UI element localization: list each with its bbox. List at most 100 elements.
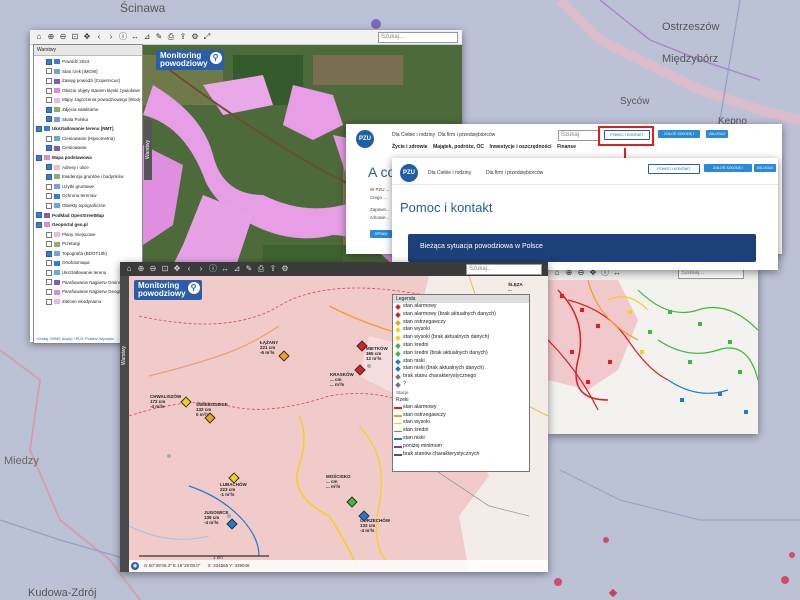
layer-checkbox[interactable]	[46, 241, 52, 248]
draw-icon[interactable]: ✎	[154, 32, 164, 42]
pzu-logo-back[interactable]: PZU	[356, 130, 374, 148]
layer-row[interactable]: Topografia (BDOT10k)	[36, 249, 140, 259]
pzu-front-tab-1[interactable]: Dla Ciebie i rodziny	[428, 170, 471, 176]
pzu-menu-3[interactable]: Inwestycje i oszczędności	[490, 144, 552, 150]
fullscreen-icon[interactable]: ⤢	[202, 32, 212, 42]
forward-icon[interactable]: ›	[106, 32, 116, 42]
layer-checkbox[interactable]	[46, 87, 52, 94]
layer-checkbox[interactable]	[46, 183, 52, 190]
pzu-menu-4[interactable]: Finanse	[557, 144, 576, 150]
bottom-search-input[interactable]: Szukaj...	[466, 264, 542, 275]
bottom-side-tab[interactable]: Warstwy	[120, 276, 129, 572]
pzu-back-search[interactable]: Szukaj	[558, 130, 600, 141]
pzu-front-tab-2[interactable]: Dla firm i przedsiębiorców	[486, 170, 543, 176]
layer-row[interactable]: Ewidencja gruntów i budynków	[36, 172, 140, 182]
layer-row[interactable]: Zdjęcia satelitarne	[36, 105, 140, 115]
layer-row[interactable]: Stan rzek [IMGW]	[36, 67, 140, 77]
layer-checkbox[interactable]	[46, 250, 52, 257]
forward-icon[interactable]: ›	[196, 264, 206, 274]
layer-row[interactable]: Zasięg powodzi [Copernicus]	[36, 76, 140, 86]
town-lubachow[interactable]: LUBACHÓW 223 cm -1 m³/s	[220, 482, 247, 497]
top-search-input[interactable]: Szukaj...	[378, 32, 458, 43]
layer-row[interactable]: Ukształtowanie terenu [NMT]	[36, 124, 140, 134]
layer-checkbox[interactable]	[46, 78, 52, 84]
layer-row[interactable]: Ochrona terenów	[36, 191, 140, 201]
layer-row[interactable]: Cieniowanie (Hipsometria)	[36, 134, 140, 144]
pzu-back-login-button[interactable]: ZALOGUJ	[706, 130, 728, 138]
measure-icon[interactable]: ↔	[220, 264, 230, 274]
layer-checkbox[interactable]	[46, 145, 52, 152]
zoom-out-icon[interactable]: ⊖	[148, 264, 158, 274]
ruler-icon[interactable]: ⊿	[142, 32, 152, 42]
pzu-front-banner[interactable]: Bieżąca sytuacja powodziowa w Polsce	[408, 234, 756, 262]
info-icon[interactable]: ⓘ	[118, 32, 128, 42]
pzu-back-tab-2[interactable]: Dla firm i przedsiębiorców	[438, 132, 495, 138]
print-icon[interactable]: ⎙	[256, 264, 266, 274]
zoom-in-icon[interactable]: ⊕	[46, 32, 56, 42]
draw-icon[interactable]: ✎	[244, 264, 254, 274]
print-icon[interactable]: ⎙	[166, 32, 176, 42]
layer-checkbox[interactable]	[46, 269, 52, 276]
layer-row[interactable]: Mapy zagrożenia powodziowego [Wody Polsk…	[36, 95, 140, 105]
layer-checkbox[interactable]	[46, 202, 52, 209]
layer-checkbox[interactable]	[46, 58, 52, 65]
layer-checkbox[interactable]	[46, 116, 52, 123]
layer-checkbox[interactable]	[46, 135, 52, 142]
pzu-back-tab-1[interactable]: Dla Ciebie i rodziny	[392, 132, 435, 138]
layer-checkbox[interactable]	[46, 193, 52, 200]
share-icon[interactable]: ⇪	[268, 264, 278, 274]
layer-checkbox[interactable]	[46, 164, 52, 171]
pzu-back-help-button[interactable]: POMOC I KONTAKT	[604, 130, 650, 140]
pan-icon[interactable]: ✥	[82, 32, 92, 42]
settings-icon[interactable]: ⚙	[280, 264, 290, 274]
layer-row[interactable]: Plany miejscowe	[36, 230, 140, 240]
layer-checkbox[interactable]	[36, 212, 42, 219]
side-tab-layers[interactable]: Warstwy	[144, 120, 152, 180]
layer-row[interactable]: Skala Polska	[36, 115, 140, 125]
layer-row[interactable]: Powódź 2024	[36, 57, 140, 67]
layer-checkbox[interactable]	[36, 154, 42, 161]
layer-checkbox[interactable]	[36, 221, 42, 228]
town-lazany[interactable]: ŁĄŻANY 221 cm -6 m³/s	[260, 340, 278, 355]
town-kraskow[interactable]: KRASKÓW... cm... m³/s	[330, 372, 354, 387]
pzu-front-help-button[interactable]: POMOC I KONTAKT	[648, 164, 700, 174]
zoom-out-icon[interactable]: ⊖	[58, 32, 68, 42]
share-icon[interactable]: ⇪	[178, 32, 188, 42]
layer-checkbox[interactable]	[46, 106, 52, 113]
layer-row[interactable]: Podkład OpenStreetMap	[36, 211, 140, 221]
layer-row[interactable]: Przetargi	[36, 239, 140, 249]
layer-checkbox[interactable]	[36, 125, 42, 132]
home-icon[interactable]: ⌂	[34, 32, 44, 42]
layer-checkbox[interactable]	[46, 279, 52, 286]
layer-checkbox[interactable]	[46, 68, 52, 75]
pzu-back-cta-button[interactable]: SPRAW	[370, 230, 392, 238]
info-icon[interactable]: ⓘ	[208, 264, 218, 274]
measure-icon[interactable]: ↔	[130, 32, 140, 42]
layer-checkbox[interactable]	[46, 260, 52, 267]
layer-row[interactable]: Obiekty topograficzne	[36, 201, 140, 211]
layer-checkbox[interactable]	[46, 173, 52, 180]
town-jugowice[interactable]: JUGOWICE 139 cm -4 m³/s	[204, 510, 229, 525]
layer-row[interactable]: Mapa podstawowa	[36, 153, 140, 163]
layer-checkbox[interactable]	[46, 231, 52, 238]
layer-checkbox[interactable]	[46, 97, 52, 104]
zoom-box-icon[interactable]: ⊡	[70, 32, 80, 42]
layer-row[interactable]: Adresy i ulice	[36, 163, 140, 173]
town-moscisko[interactable]: MOŚCISKO... cm... m³/s	[326, 474, 351, 489]
pzu-menu-2[interactable]: Majątek, podróże, OC	[433, 144, 484, 150]
location-icon[interactable]: ◉	[131, 561, 139, 570]
zoom-in-icon[interactable]: ⊕	[136, 264, 146, 274]
pzu-front-claim-button[interactable]: ZGŁOŚ SZKODĘ I ZDARZENIA	[704, 164, 752, 178]
home-icon[interactable]: ⌂	[124, 264, 134, 274]
pzu-menu-1[interactable]: Życie i zdrowie	[392, 144, 428, 150]
town-chwaliszow[interactable]: CHWALISZÓW 172 cm -4 m³/s	[150, 394, 181, 409]
layer-checkbox[interactable]	[46, 298, 52, 305]
pzu-front-login-button[interactable]: ZALOGUJ	[754, 164, 776, 172]
layers-footer[interactable]: +Dodaj +WMS (kopa) +PLIK Pobierz Wyczyść	[36, 337, 114, 341]
layer-row[interactable]: Obszar objęty stanem klęski żywiołowej (…	[36, 86, 140, 96]
layer-checkbox[interactable]	[46, 289, 52, 296]
zoom-box-icon[interactable]: ⊡	[160, 264, 170, 274]
layer-row[interactable]: Cieniowanie	[36, 143, 140, 153]
back-icon[interactable]: ‹	[94, 32, 104, 42]
settings-icon[interactable]: ⚙	[190, 32, 200, 42]
